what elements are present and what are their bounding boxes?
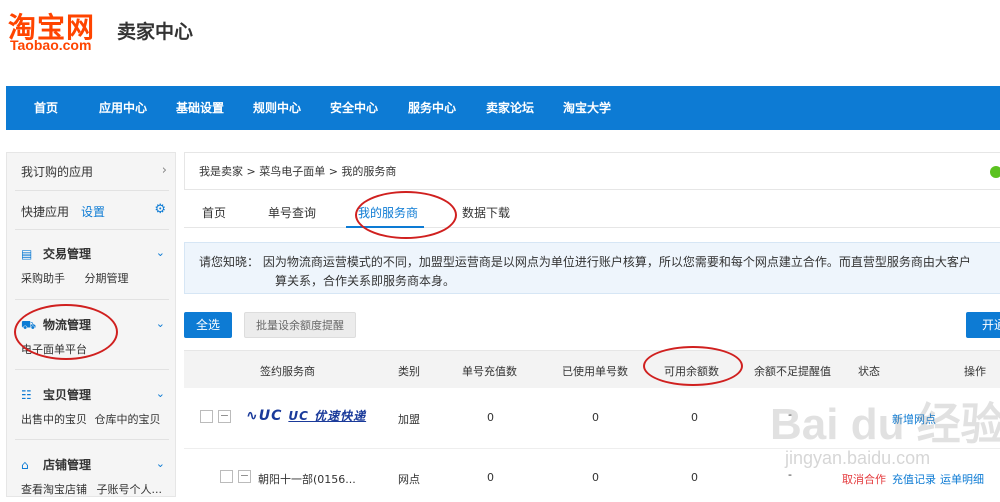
sidebar-divider <box>15 369 169 370</box>
cell-recharged: 0 <box>487 471 494 484</box>
quick-apps-settings-link[interactable]: 设置 <box>81 203 105 220</box>
nav-item-app-center[interactable]: 应用中心 <box>99 86 147 130</box>
th-threshold: 余额不足提醒值 <box>754 365 831 378</box>
sidebar-divider <box>15 439 169 440</box>
sidebar-subscribed-apps-label: 我订购的应用 <box>21 165 94 179</box>
store-icon: ⌂ <box>21 458 29 472</box>
nav-item-taobao-university[interactable]: 淘宝大学 <box>563 86 611 130</box>
tab-my-providers[interactable]: 我的服务商 <box>358 204 418 221</box>
page-header: 淘宝网 Taobao.com 卖家中心 <box>0 0 1000 84</box>
cell-used: 0 <box>592 471 599 484</box>
th-status: 状态 <box>858 365 880 378</box>
sidebar-divider <box>15 299 169 300</box>
truck-icon: ⛟ <box>21 318 37 332</box>
sidebar-item-e-waybill-platform[interactable]: 电子面单平台 <box>21 343 87 356</box>
site-title: 卖家中心 <box>117 21 194 43</box>
sidebar-item-installment[interactable]: 分期管理 <box>85 272 129 285</box>
breadcrumb: 我是卖家 > 菜鸟电子面单 > 我的服务商 <box>184 152 1000 190</box>
shirt-icon: ☷ <box>21 388 32 402</box>
sidebar-divider <box>15 229 169 230</box>
sidebar-item-items-in-warehouse[interactable]: 仓库中的宝贝 <box>95 413 161 426</box>
th-used: 已使用单号数 <box>562 365 628 378</box>
cell-available: 0 <box>691 411 698 424</box>
tab-data-download[interactable]: 数据下载 <box>462 204 510 221</box>
baidu-watermark: Bai du 经验 <box>770 400 1000 449</box>
provider-logo[interactable]: ∿UC UC 优速快递 <box>246 407 366 424</box>
table-header: 签约服务商 类别 单号充值数 已使用单号数 可用余额数 余额不足提醒值 状态 操… <box>184 350 1000 388</box>
row-checkbox[interactable] <box>200 410 213 423</box>
batch-threshold-button[interactable]: 批量设余额度提醒 <box>244 312 356 338</box>
nav-item-basic-settings[interactable]: 基础设置 <box>176 86 224 130</box>
cell-provider-name: 朝阳十一部(0156... <box>258 473 356 486</box>
sidebar-group-logistics[interactable]: ⛟ 物流管理 <box>21 316 91 334</box>
main-nav: 首页 应用中心 基础设置 规则中心 安全中心 服务中心 卖家论坛 淘宝大学 <box>6 86 1000 130</box>
open-button[interactable]: 开通 <box>966 312 1000 338</box>
cell-recharged: 0 <box>487 411 494 424</box>
chevron-down-icon[interactable]: ⌄ <box>156 317 165 330</box>
nav-item-security-center[interactable]: 安全中心 <box>330 86 378 130</box>
cell-threshold: - <box>788 468 792 481</box>
select-all-button[interactable]: 全选 <box>184 312 232 338</box>
chevron-down-icon[interactable]: ⌄ <box>156 387 165 400</box>
cell-category: 网点 <box>398 473 420 486</box>
tab-waybill-query[interactable]: 单号查询 <box>268 204 316 221</box>
tab-home[interactable]: 首页 <box>202 204 226 221</box>
cell-used: 0 <box>592 411 599 424</box>
breadcrumb-text[interactable]: 我是卖家 > 菜鸟电子面单 > 我的服务商 <box>199 165 396 178</box>
sidebar-group-trade[interactable]: ▤ 交易管理 <box>21 245 91 262</box>
gear-icon[interactable]: ⚙ <box>154 202 166 217</box>
sidebar-group-store[interactable]: ⌂ 店铺管理 <box>21 456 91 473</box>
uc-logo-icon: ∿UC <box>246 408 283 424</box>
sidebar-subscribed-apps[interactable]: 我订购的应用 › <box>7 163 177 183</box>
collapse-toggle-icon[interactable]: − <box>218 410 231 423</box>
active-tab-indicator <box>346 226 424 228</box>
waybill-details-link[interactable]: 运单明细 <box>940 471 984 487</box>
cell-category: 加盟 <box>398 413 420 426</box>
nav-item-service-center[interactable]: 服务中心 <box>408 86 456 130</box>
notice-line-2: 算关系，合作关系即服务商本身。 <box>275 274 456 288</box>
sidebar-group-products[interactable]: ☷ 宝贝管理 <box>21 386 91 403</box>
status-dot-icon <box>990 166 1000 178</box>
notice-box: 请您知晓： 因为物流商运营模式的不同，加盟型运营商是以网点为单位进行账户核算，所… <box>184 242 1000 294</box>
nav-item-rules-center[interactable]: 规则中心 <box>253 86 301 130</box>
nav-item-home[interactable]: 首页 <box>34 86 58 130</box>
th-provider: 签约服务商 <box>260 365 315 378</box>
row-checkbox[interactable] <box>220 470 233 483</box>
notice-line-1: 请您知晓： 因为物流商运营模式的不同，加盟型运营商是以网点为单位进行账户核算，所… <box>199 255 971 269</box>
sidebar-quick-apps-label: 快捷应用 <box>21 205 70 219</box>
cell-available: 0 <box>691 471 698 484</box>
recharge-records-link[interactable]: 充值记录 <box>892 471 936 487</box>
baidu-watermark-url: jingyan.baidu.com <box>785 448 931 468</box>
th-recharged: 单号充值数 <box>462 365 517 378</box>
cancel-cooperation-link[interactable]: 取消合作 <box>842 471 886 487</box>
chevron-down-icon[interactable]: ⌄ <box>156 246 165 259</box>
th-available: 可用余额数 <box>664 365 719 378</box>
th-category: 类别 <box>398 365 420 378</box>
sidebar-quick-apps: 快捷应用 设置 ⚙ <box>7 202 177 223</box>
sidebar-item-purchase-assistant[interactable]: 采购助手 <box>21 272 65 285</box>
taobao-logo-en[interactable]: Taobao.com <box>10 37 91 53</box>
chevron-down-icon[interactable]: ⌄ <box>156 457 165 470</box>
tab-divider <box>184 227 1000 228</box>
sidebar: 我订购的应用 › 快捷应用 设置 ⚙ ▤ 交易管理 ⌄ 采购助手 分期管理 ⛟ 物流… <box>6 152 176 497</box>
sidebar-divider <box>15 190 169 191</box>
chevron-right-icon: › <box>161 163 167 178</box>
sidebar-item-sub-accounts[interactable]: 子账号个人... <box>97 483 163 496</box>
collapse-toggle-icon[interactable]: − <box>238 470 251 483</box>
document-icon: ▤ <box>21 247 33 261</box>
nav-item-seller-forum[interactable]: 卖家论坛 <box>486 86 534 130</box>
sidebar-item-items-on-sale[interactable]: 出售中的宝贝 <box>21 413 87 426</box>
th-actions: 操作 <box>964 365 986 378</box>
sidebar-item-view-store[interactable]: 查看淘宝店铺 <box>21 483 87 496</box>
